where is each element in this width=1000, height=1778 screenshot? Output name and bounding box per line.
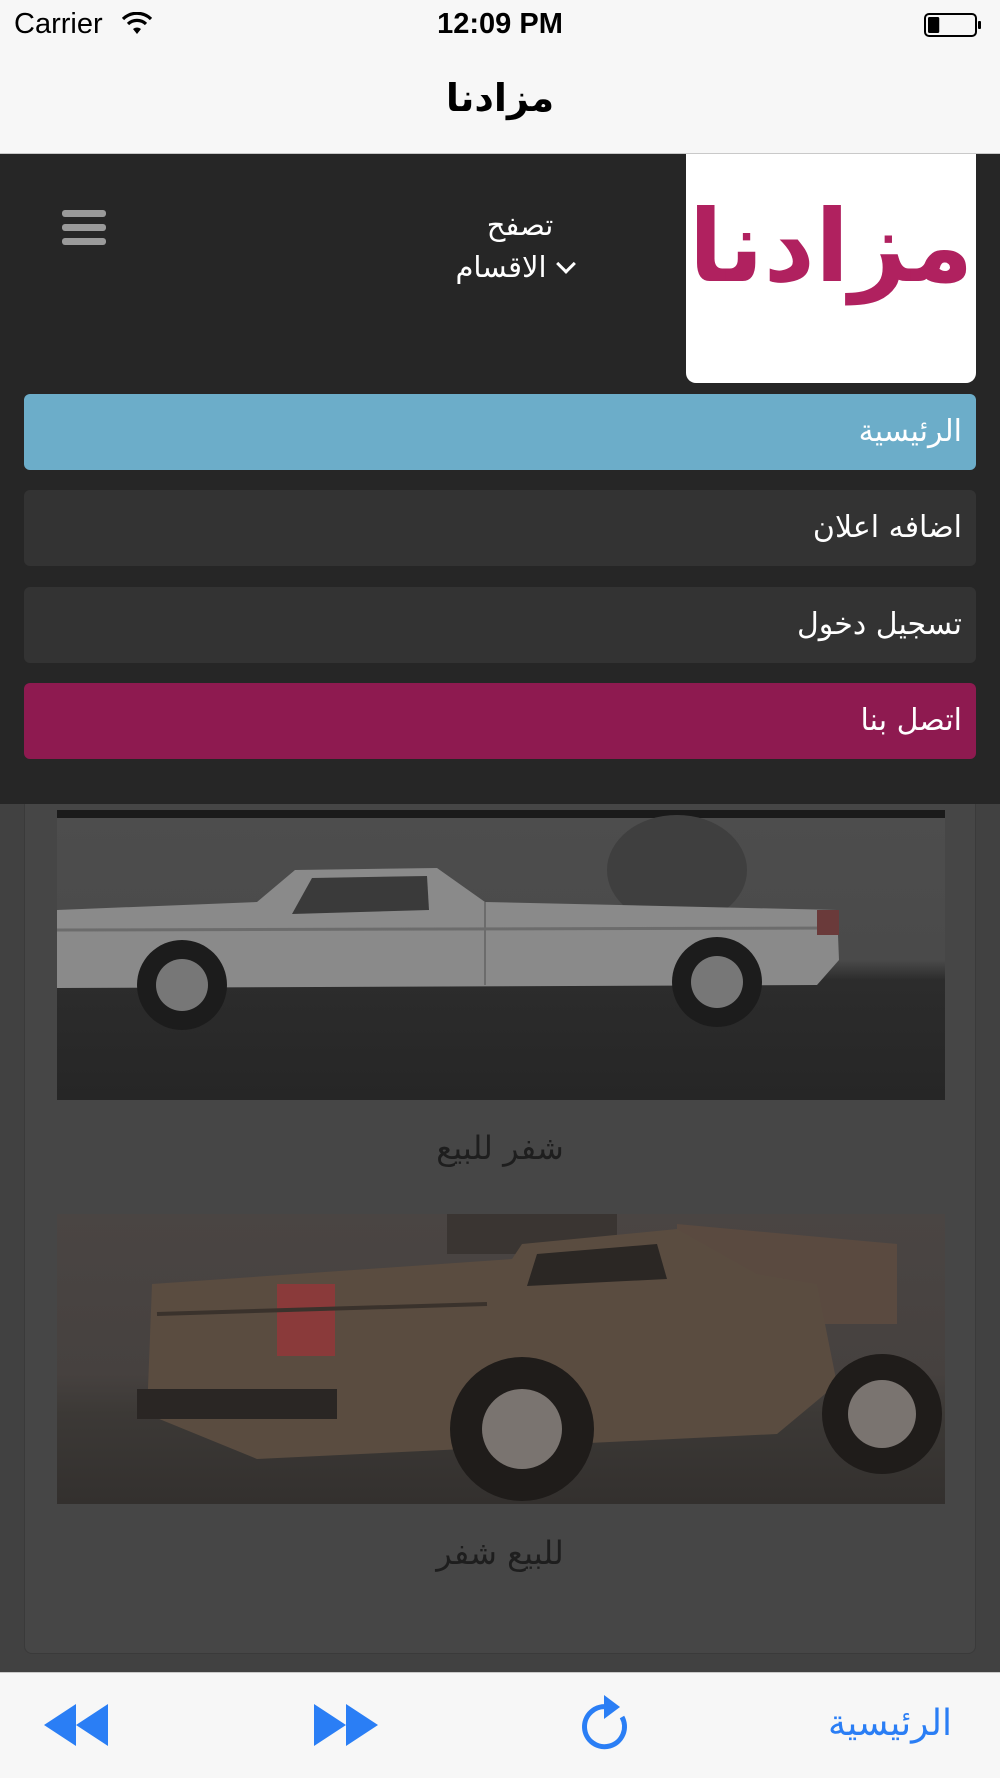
browse-label-line1: تصفح xyxy=(486,208,554,242)
page-title: مزادنا xyxy=(445,76,555,120)
listing-photo[interactable] xyxy=(57,810,945,1100)
reload-icon[interactable] xyxy=(578,1693,634,1757)
hamburger-menu-icon[interactable] xyxy=(62,210,106,246)
pickup-truck-image xyxy=(57,815,839,1030)
listing-title[interactable]: للبيع شفر xyxy=(25,1534,975,1572)
chevron-down-icon xyxy=(555,254,576,274)
menu-item-add-ad[interactable]: اضافه اعلان xyxy=(24,490,976,566)
menu-item-home[interactable]: الرئيسية xyxy=(24,394,976,470)
pickup-truck-image xyxy=(137,1214,942,1501)
bottom-toolbar: الرئيسية xyxy=(0,1672,1000,1778)
browse-label-line2: الاقسام xyxy=(455,250,547,284)
status-bar: Carrier 12:09 PM xyxy=(0,0,1000,50)
site-header: مزادنا تصفح الاقسام الرئيسية اضافه اعلان… xyxy=(0,154,1000,804)
battery-icon xyxy=(924,13,981,37)
rewind-icon[interactable] xyxy=(44,1693,110,1757)
listings-panel: شفر للبيع للبيع شفر xyxy=(24,804,976,1654)
logo-text: مزادنا xyxy=(688,188,974,305)
menu-item-contact[interactable]: اتصل بنا xyxy=(24,683,976,759)
browse-categories-dropdown[interactable]: تصفح الاقسام xyxy=(440,204,600,288)
web-content: مزادنا تصفح الاقسام الرئيسية اضافه اعلان… xyxy=(0,154,1000,1672)
status-time: 12:09 PM xyxy=(437,8,563,40)
site-logo[interactable]: مزادنا xyxy=(686,154,976,383)
listing-title[interactable]: شفر للبيع xyxy=(25,1129,975,1167)
menu-item-login[interactable]: تسجيل دخول xyxy=(24,587,976,663)
listing-photo[interactable] xyxy=(57,1214,945,1504)
toolbar-home-link[interactable]: الرئيسية xyxy=(828,1703,952,1744)
navigation-bar: مزادنا xyxy=(0,50,1000,154)
fast-forward-icon[interactable] xyxy=(312,1693,378,1757)
